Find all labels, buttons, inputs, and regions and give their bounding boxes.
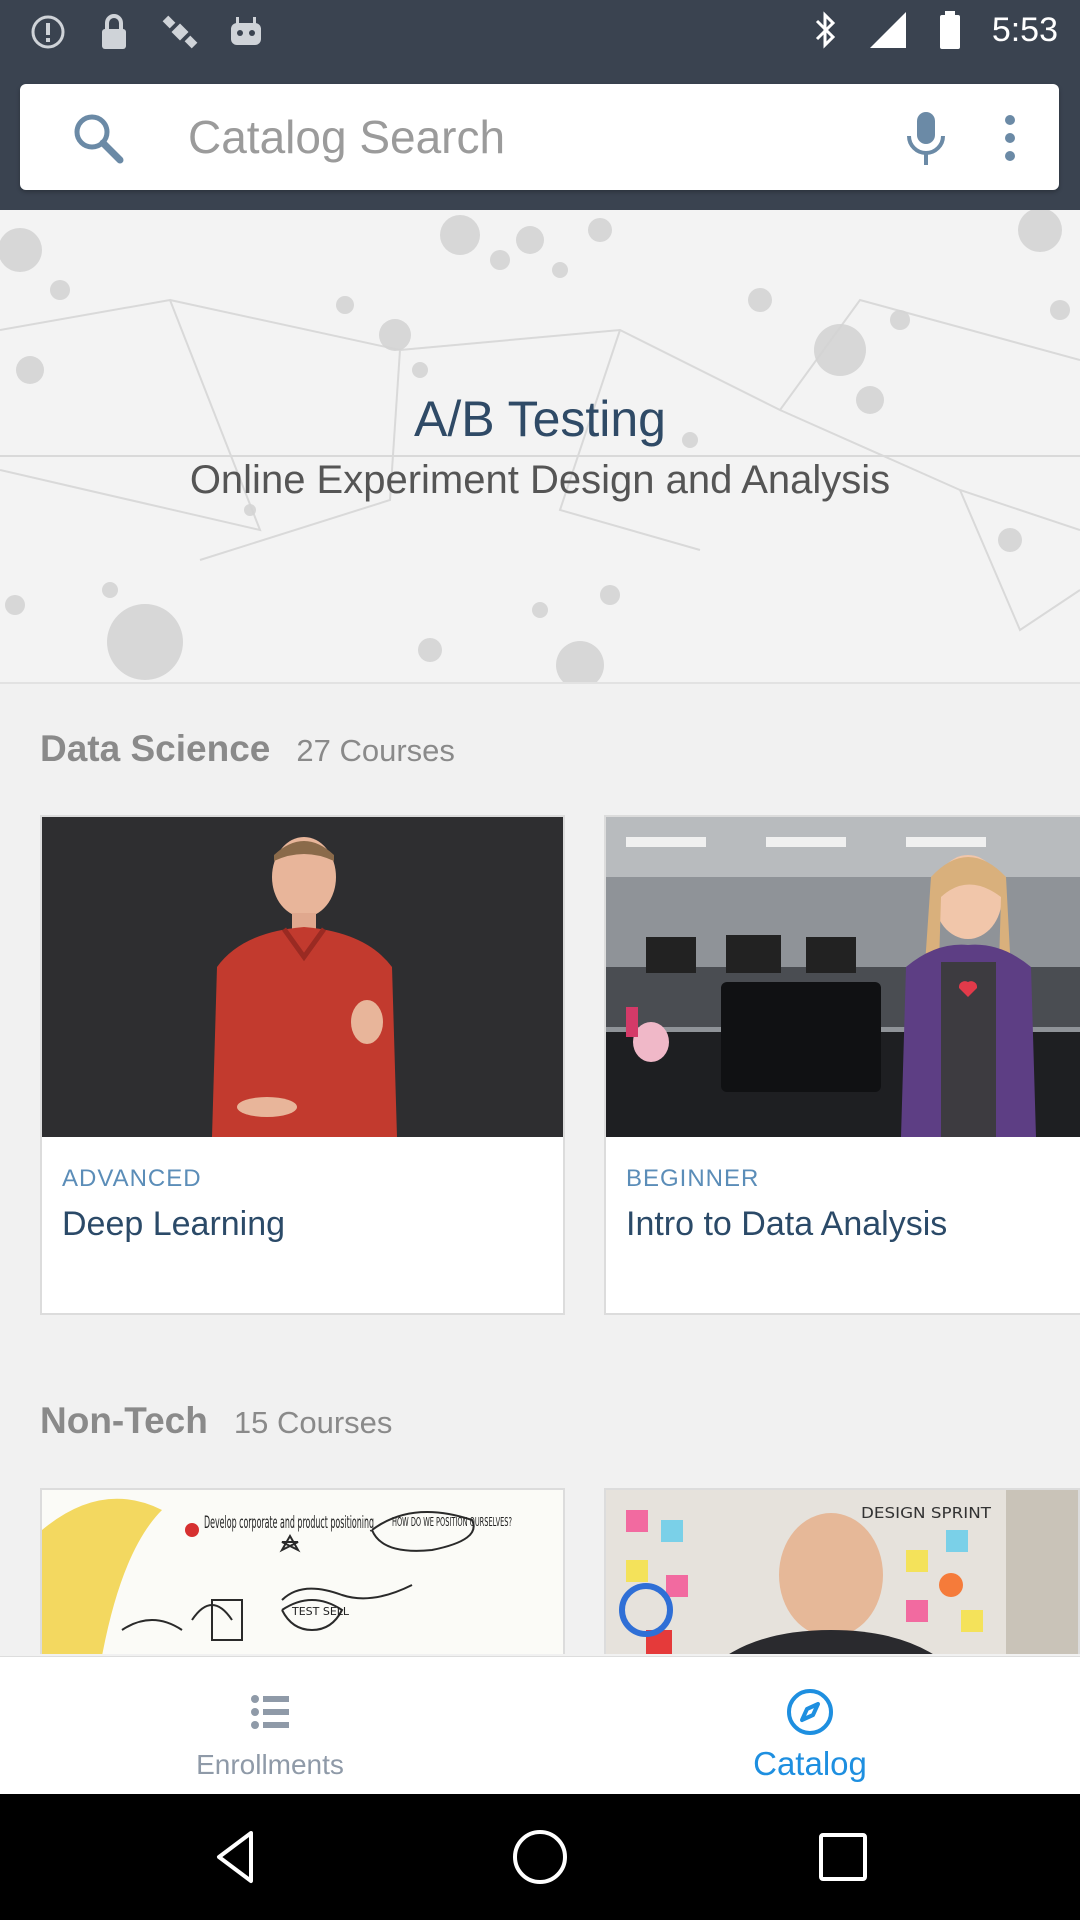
clock: 5:53 [991,10,1058,49]
course-thumbnail: Develop corporate and product positionin… [42,1490,563,1654]
course-thumbnail [42,817,563,1137]
search-bar[interactable] [20,84,1059,190]
section-course-count: 27 Courses [296,733,455,768]
course-card-deep-learning[interactable]: ADVANCED Deep Learning [40,815,565,1315]
whiteboard-title: DESIGN SPRINT [861,1504,992,1522]
section-title: Non-Tech [40,1400,208,1441]
course-level: ADVANCED [62,1165,202,1192]
bluetooth-icon [806,10,846,50]
section-title: Data Science [40,728,271,769]
course-level: BEGINNER [626,1165,760,1192]
robot-icon [226,12,266,52]
more-options-icon[interactable] [995,108,1025,168]
section-header-data-science[interactable]: Data Science 27 Courses [40,728,455,770]
sketch-bubble-text: HOW DO WE POSITION OURSELVES? [392,1515,512,1529]
featured-course-subtitle: Online Experiment Design and Analysis [189,458,891,502]
nav-tab-enrollments[interactable]: Enrollments [0,1657,540,1795]
lock-icon [94,12,134,52]
nav-label: Enrollments [196,1749,344,1780]
search-icon[interactable] [70,110,126,166]
nav-tab-catalog[interactable]: Catalog [540,1657,1080,1795]
back-icon[interactable] [207,1827,267,1887]
section-header-non-tech[interactable]: Non-Tech 15 Courses [40,1400,392,1442]
search-input[interactable] [188,102,868,172]
compass-icon [785,1687,835,1737]
bottom-navigation: Enrollments Catalog [0,1656,1080,1794]
featured-course-title: A/B Testing [413,391,666,447]
course-card-intro-to-data-analysis[interactable]: BEGINNER Intro to Data Analysis [604,815,1080,1315]
sketch-cloud-text: TEST SELL [291,1605,350,1618]
system-navigation-bar [0,1794,1080,1920]
section-course-count: 15 Courses [233,1405,393,1440]
course-thumbnail [606,817,1080,1137]
home-icon[interactable] [510,1827,570,1887]
featured-course-banner[interactable]: A/B Testing Online Experiment Design and… [0,210,1080,684]
course-thumbnail: DESIGN SPRINT [606,1490,1078,1654]
battery-icon [930,10,970,50]
sketch-caption: Develop corporate and product positionin… [204,1513,374,1533]
signal-icon [868,10,908,50]
course-title: Deep Learning [62,1205,286,1243]
status-bar: 5:53 [0,0,1080,62]
list-icon [245,1687,295,1737]
course-card-sketch-positioning[interactable]: Develop corporate and product positionin… [40,1488,565,1654]
microphone-icon[interactable] [898,108,954,168]
alert-icon [28,12,68,52]
course-card-design-sprint[interactable]: DESIGN SPRINT [604,1488,1080,1654]
satellite-icon [160,12,200,52]
app-header [0,62,1080,210]
recents-icon[interactable] [813,1827,873,1887]
nav-label: Catalog [753,1745,867,1782]
course-title: Intro to Data Analysis [626,1205,948,1243]
